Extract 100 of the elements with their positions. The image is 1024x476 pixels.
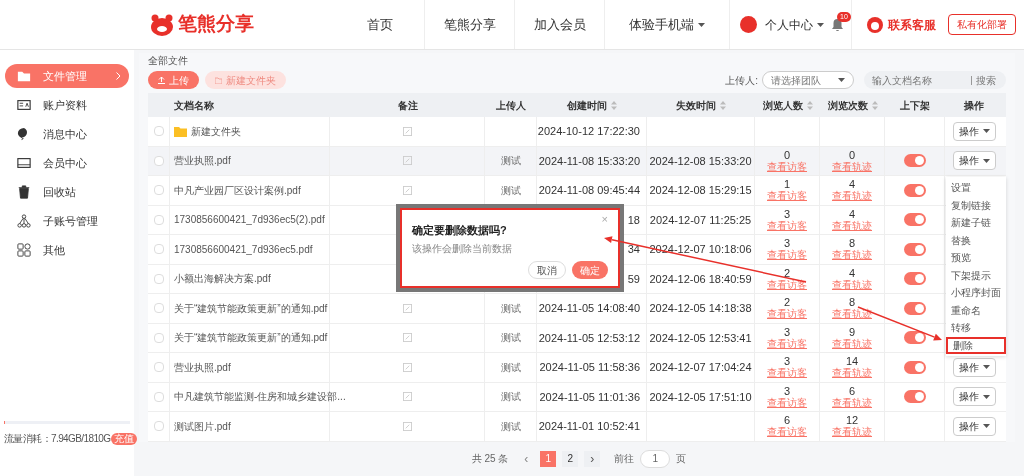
folder-plus-icon [215, 76, 222, 84]
bell-icon[interactable] [832, 18, 843, 31]
column-header[interactable]: 浏览次数 [827, 97, 868, 113]
visitor-count: 0 [783, 148, 791, 161]
menu-item[interactable]: 小程序封面 [946, 284, 1006, 302]
nav-link[interactable]: 加入会员 [515, 0, 605, 49]
menu-item[interactable]: 删除 [946, 336, 1006, 354]
avatar-icon[interactable] [740, 16, 757, 33]
row-checkbox[interactable] [153, 126, 164, 137]
action-dropdown-button[interactable]: 操作 [952, 121, 996, 141]
shelf-toggle[interactable] [903, 213, 926, 227]
file-name[interactable]: 中凡产业园厂区设计案例.pdf [174, 182, 301, 198]
shelf-toggle[interactable] [903, 154, 926, 168]
file-name[interactable]: 营业执照.pdf [174, 359, 231, 375]
file-name[interactable]: 1730856600421_7d936ec5.pdf [174, 241, 313, 257]
file-name[interactable]: 营业执照.pdf [174, 153, 231, 169]
edit-icon[interactable] [402, 303, 412, 313]
created-time: 18 [627, 212, 640, 228]
row-checkbox[interactable] [153, 214, 164, 225]
sidebar-item[interactable]: 回收站 [5, 180, 129, 204]
sidebar-item[interactable]: 消息中心 [5, 122, 129, 146]
uploader-name: 测试 [500, 360, 521, 375]
sidebar-item[interactable]: 会员中心 [5, 151, 129, 175]
team-select[interactable]: 请选择团队 [762, 71, 854, 89]
column-header[interactable]: 失效时间 [676, 97, 716, 113]
created-time: 2024-11-05 11:01:36 [539, 389, 640, 405]
sidebar-item[interactable]: 账户资料 [5, 93, 129, 117]
action-dropdown-button[interactable]: 操作 [952, 416, 996, 436]
column-header[interactable]: 创建时间 [567, 97, 607, 113]
edit-icon[interactable] [402, 421, 412, 431]
menu-item[interactable]: 重命名 [946, 301, 1006, 319]
edit-icon[interactable] [402, 392, 412, 402]
private-deploy-button[interactable]: 私有化部署 [948, 14, 1016, 35]
menu-item[interactable]: 替换 [946, 231, 1006, 249]
edit-icon[interactable] [402, 333, 412, 343]
user-center-link[interactable]: 个人中心 [765, 15, 824, 34]
nav-link[interactable]: 笔熊分享 [425, 0, 515, 49]
page-button[interactable]: 2 [562, 450, 579, 467]
row-checkbox[interactable] [153, 362, 164, 373]
sidebar-item[interactable]: 其他 [5, 238, 129, 262]
file-name[interactable]: 新建文件夹 [191, 123, 241, 139]
action-dropdown-button[interactable]: 操作 [952, 151, 996, 171]
file-name[interactable]: 1730856600421_7d936ec5(2).pdf [174, 212, 325, 228]
next-page-button[interactable]: › [584, 450, 601, 467]
expire-time: 2024-12-05 17:51:10 [649, 389, 752, 405]
menu-item[interactable]: 预览 [946, 249, 1006, 267]
customer-service-link[interactable]: 联系客服 [888, 15, 936, 34]
nav-link[interactable]: 体验手机端 [605, 0, 730, 49]
file-name[interactable]: 测试图片.pdf [174, 418, 231, 434]
view-count: 0 [848, 148, 856, 161]
menu-item[interactable]: 转移 [946, 319, 1006, 337]
menu-item[interactable]: 新建子链 [946, 214, 1006, 232]
row-checkbox[interactable] [153, 421, 164, 432]
action-dropdown-button[interactable]: 操作 [952, 357, 996, 377]
column-header[interactable]: 浏览人数 [762, 97, 803, 113]
search-button[interactable]: 搜索 [976, 72, 996, 88]
menu-item[interactable]: 下架提示 [946, 266, 1006, 284]
shelf-toggle[interactable] [903, 390, 926, 404]
menu-item[interactable]: 设置 [946, 179, 1006, 197]
row-checkbox[interactable] [153, 332, 164, 343]
row-checkbox[interactable] [153, 273, 164, 284]
shelf-toggle[interactable] [903, 360, 926, 374]
file-name[interactable]: 小额出海解决方案.pdf [174, 271, 271, 287]
bear-logo-icon [150, 13, 174, 36]
file-name[interactable]: 关于“建筑节能政策更新”的通知.pdf [174, 300, 328, 316]
sort-icon[interactable] [871, 100, 878, 110]
shelf-toggle[interactable] [903, 242, 926, 256]
row-checkbox[interactable] [153, 244, 164, 255]
file-name[interactable]: 中凡建筑节能监测-住房和城乡建设部... [174, 389, 346, 405]
row-checkbox[interactable] [153, 155, 164, 166]
nav-link[interactable]: 首页 [335, 0, 425, 49]
edit-icon[interactable] [402, 185, 412, 195]
view-count: 9 [848, 325, 856, 338]
expire-time: 2024-12-05 12:53:41 [649, 330, 752, 346]
edit-icon[interactable] [402, 126, 412, 136]
shelf-toggle[interactable] [903, 331, 926, 345]
file-name[interactable]: 关于“建筑节能政策更新”的通知.pdf [174, 330, 328, 346]
sort-icon[interactable] [806, 100, 813, 110]
shelf-toggle[interactable] [903, 301, 926, 315]
folder-icon [174, 125, 187, 137]
search-field[interactable]: 输入文档名称 搜索 [864, 71, 1006, 89]
sidebar-item[interactable]: 子账号管理 [5, 209, 129, 233]
sort-icon[interactable] [720, 100, 726, 110]
shelf-toggle[interactable] [903, 183, 926, 197]
page-input[interactable]: 1 [640, 449, 671, 468]
edit-icon[interactable] [402, 156, 412, 166]
sort-icon[interactable] [611, 100, 617, 110]
uploader-name: 测试 [500, 183, 521, 198]
shelf-toggle[interactable] [903, 272, 926, 286]
row-checkbox[interactable] [153, 391, 164, 402]
cancel-button[interactable]: 取消 [528, 261, 566, 279]
row-checkbox[interactable] [153, 303, 164, 314]
view-count: 4 [848, 178, 856, 191]
action-dropdown-button[interactable]: 操作 [952, 387, 996, 407]
uploader-name: 测试 [500, 154, 521, 169]
edit-icon[interactable] [402, 362, 412, 372]
menu-item[interactable]: 复制链接 [946, 196, 1006, 214]
breadcrumb[interactable]: 全部文件 [148, 55, 1006, 67]
row-checkbox[interactable] [153, 185, 164, 196]
caret-icon [982, 129, 990, 134]
